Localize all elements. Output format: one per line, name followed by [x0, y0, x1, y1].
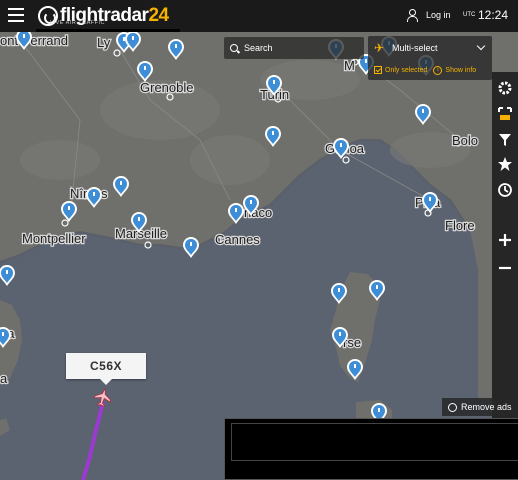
star-icon	[498, 157, 512, 171]
filter-icon	[499, 134, 511, 146]
zoom-out-icon	[499, 266, 511, 270]
clock: 12:24	[478, 8, 509, 22]
search-placeholder: Search	[244, 43, 273, 53]
top-bar: flightradar24 LIVE AIR TRAFFIC Log in UT…	[0, 0, 518, 32]
city-label-edge-a: a	[0, 371, 8, 386]
city-label-cannes: Cannes	[215, 232, 260, 247]
show-info-label: Show info	[445, 66, 477, 74]
menu-icon[interactable]	[8, 8, 24, 22]
city-label-florence: Flore	[445, 218, 475, 233]
only-selected-toggle[interactable]: Only selected	[374, 66, 427, 74]
settings-button[interactable]	[492, 76, 518, 100]
remove-ads-label: Remove ads	[461, 402, 512, 412]
remove-ads-icon	[448, 402, 457, 412]
playback-button[interactable]	[492, 178, 518, 202]
aircraft-multi-icon: ✈	[374, 41, 385, 55]
checkbox-icon	[374, 66, 382, 74]
zoom-in-button[interactable]	[492, 228, 518, 252]
search-icon	[230, 44, 238, 52]
flight-callsign-label[interactable]: C56X	[66, 353, 146, 385]
multi-select-panel: ✈ Multi-select Only selected i Show info	[368, 36, 492, 80]
login-button[interactable]: Log in	[406, 9, 451, 22]
city-label-bologna: Bolo	[452, 133, 478, 148]
remove-ads-button[interactable]: Remove ads	[442, 398, 518, 416]
only-selected-label: Only selected	[385, 66, 428, 74]
ad-banner	[224, 418, 518, 480]
playback-icon	[498, 183, 512, 197]
multi-select-options: Only selected i Show info	[368, 62, 492, 78]
city-label-montpellier: Montpellier	[22, 231, 86, 246]
login-label: Log in	[426, 10, 451, 20]
city-label-grenoble: Grenoble	[140, 80, 193, 95]
logo-underline	[36, 29, 180, 32]
widgets-icon	[498, 107, 512, 120]
city-label-clermont: ont-Ferrand	[0, 33, 68, 48]
timezone-label: UTC	[463, 12, 476, 18]
user-icon	[406, 9, 418, 22]
show-info-toggle[interactable]: i Show info	[433, 65, 477, 75]
search-input[interactable]: Search	[224, 37, 364, 59]
city-label-lyon: Ly	[97, 35, 111, 50]
city-label-milan: M	[344, 58, 355, 73]
info-icon: i	[433, 65, 443, 75]
multi-select-dropdown[interactable]: ✈ Multi-select	[368, 36, 492, 60]
zoom-in-icon	[499, 234, 511, 246]
chevron-down-icon	[476, 41, 486, 51]
multi-select-label: Multi-select	[392, 43, 438, 53]
widgets-button[interactable]	[492, 102, 518, 126]
ad-slot[interactable]	[231, 423, 518, 461]
brand-tagline: LIVE AIR TRAFFIC	[50, 20, 105, 26]
zoom-out-button[interactable]	[492, 256, 518, 280]
favorites-button[interactable]	[492, 152, 518, 176]
filter-button[interactable]	[492, 128, 518, 152]
settings-icon	[498, 81, 512, 95]
